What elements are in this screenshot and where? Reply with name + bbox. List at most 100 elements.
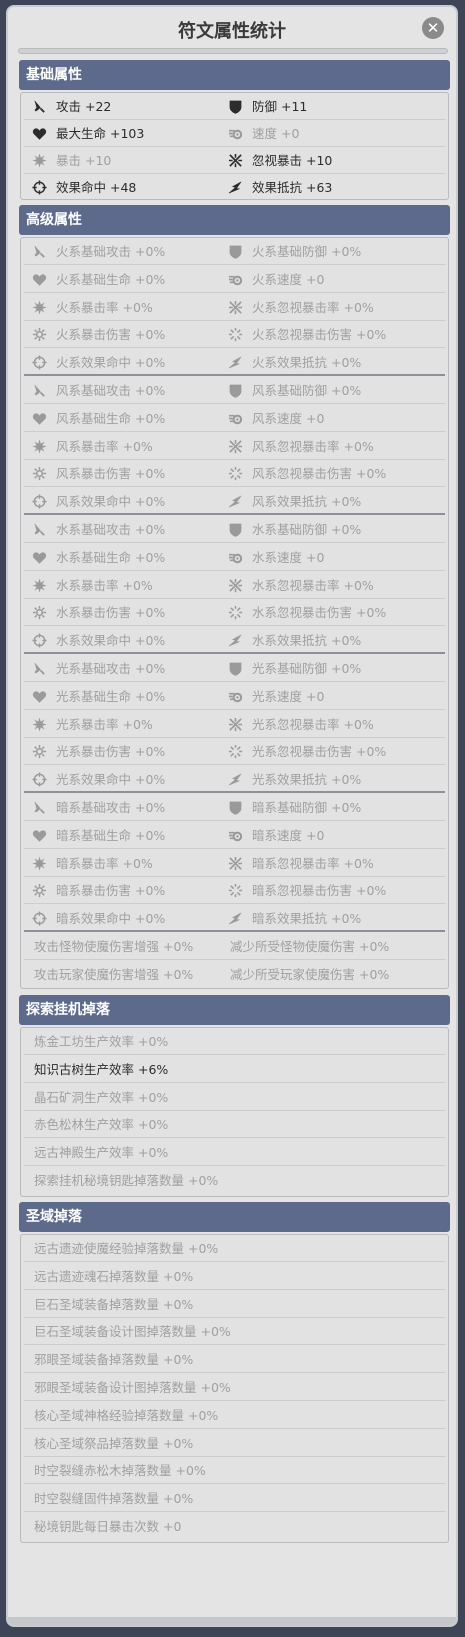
stat-label: 最大生命 +103 [56,126,145,141]
stat-row: 暗系暴击伤害 +0% 暗系忽视暴击伤害 +0% [24,877,445,905]
stat-row: 攻击怪物使魔伤害增强 +0% 减少所受怪物使魔伤害 +0% [24,933,445,960]
crit-damage-icon [32,883,47,898]
stat-cell: 火系基础防御 +0% [220,238,440,265]
stat-cell: 减少所受怪物使魔伤害 +0% [220,933,440,960]
stat-row: 暗系基础生命 +0% 暗系速度 +0 [24,822,445,849]
stat-label: 水系速度 +0 [252,549,325,565]
drop-row: 秘境钥匙每日暴击次数 +0 [24,1513,445,1540]
stat-cell: 暗系暴击伤害 +0% [24,877,224,904]
stat-row: 风系基础攻击 +0% 风系基础防御 +0% [24,377,445,404]
drop-row: 巨石圣域装备掉落数量 +0% [24,1291,445,1318]
stat-label: 光系速度 +0 [252,688,325,704]
stat-row: 火系效果命中 +0% 火系效果抵抗 +0% [24,349,445,377]
crit-damage-icon [32,605,47,620]
section-header-holy: 圣域掉落 [19,1202,450,1232]
stat-cell: 光系基础攻击 +0% [24,655,224,682]
stat-label: 水系暴击伤害 +0% [56,605,166,621]
drop-label: 时空裂缝赤松木掉落数量 +0% [34,1463,206,1479]
stat-cell: 水系忽视暴击伤害 +0% [220,599,440,626]
stat-row: 最大生命 +103 速度 +0 [24,120,445,147]
close-icon[interactable]: ✕ [422,17,444,39]
crit-icon [32,439,47,454]
ignore-crit-icon [228,439,243,454]
drop-row: 远古遗迹魂石掉落数量 +0% [24,1263,445,1290]
stat-row: 火系基础生命 +0% 火系速度 +0 [24,266,445,293]
stat-cell: 风系暴击伤害 +0% [24,460,224,487]
stat-label: 暗系忽视暴击伤害 +0% [252,883,387,899]
speed-icon [228,272,243,287]
stat-label: 效果命中 +48 [56,180,137,195]
speed-icon [228,411,243,426]
ignore-crit-icon [228,300,243,315]
stat-label: 水系忽视暴击伤害 +0% [252,605,387,621]
ignore-crit-icon [228,717,243,732]
heart-icon [32,272,47,287]
stat-label: 水系基础攻击 +0% [56,522,166,537]
drop-label: 秘境钥匙每日暴击次数 +0 [34,1519,182,1534]
stat-cell: 防御 +11 [220,93,440,120]
resist-icon [228,355,243,370]
scrollbar[interactable] [18,48,448,54]
target-icon [32,633,47,648]
stat-label: 光系暴击伤害 +0% [56,744,166,760]
heart-icon [32,411,47,426]
stat-label: 火系忽视暴击率 +0% [252,299,374,315]
stat-cell: 光系暴击率 +0% [24,711,224,738]
stat-cell: 水系基础攻击 +0% [24,516,224,543]
drop-label: 邪眼圣域装备掉落数量 +0% [34,1352,194,1368]
stat-label: 光系忽视暴击伤害 +0% [252,744,387,760]
target-icon [32,180,47,195]
drop-label: 远古遗迹使魔经验掉落数量 +0% [34,1241,219,1256]
drop-label: 时空裂缝固件掉落数量 +0% [34,1491,194,1507]
crit-damage-icon [32,327,47,342]
stat-label: 水系效果命中 +0% [56,633,166,649]
ignore-crit-damage-icon [228,327,243,342]
drop-label: 邪眼圣域装备设计图掉落数量 +0% [34,1380,231,1395]
stat-row: 水系暴击伤害 +0% 水系忽视暴击伤害 +0% [24,599,445,627]
title-bar: 符文属性统计 ✕ [8,7,456,45]
stat-label: 暗系基础生命 +0% [56,827,166,843]
crit-icon [32,153,47,168]
stat-row: 火系暴击伤害 +0% 火系忽视暴击伤害 +0% [24,321,445,349]
stat-cell: 火系效果抵抗 +0% [220,349,440,376]
stat-cell: 减少所受玩家使魔伤害 +0% [220,961,440,988]
crit-damage-icon [32,744,47,759]
stat-label: 风系忽视暴击伤害 +0% [252,466,387,482]
drop-label: 巨石圣域装备掉落数量 +0% [34,1296,194,1312]
stat-cell: 火系基础生命 +0% [24,266,224,293]
resist-icon [228,772,243,787]
sword-icon [32,800,47,815]
stat-cell: 光系速度 +0 [220,683,440,710]
drop-row: 炼金工坊生产效率 +0% [24,1028,445,1055]
crit-icon [32,578,47,593]
drop-label: 核心圣域祭品掉落数量 +0% [34,1435,194,1451]
shield-icon [228,661,243,676]
stat-label: 水系忽视暴击率 +0% [252,577,374,593]
stat-cell: 暗系基础攻击 +0% [24,794,224,821]
shield-icon [228,244,243,259]
stat-label: 光系效果抵抗 +0% [252,772,362,788]
stat-label: 风系基础生命 +0% [56,410,166,426]
stat-label: 风系效果抵抗 +0% [252,494,362,510]
target-icon [32,772,47,787]
stat-cell: 暗系效果命中 +0% [24,905,224,932]
stat-cell: 暗系基础防御 +0% [220,794,440,821]
stat-label: 攻击怪物使魔伤害增强 +0% [34,939,194,954]
stat-row: 暗系基础攻击 +0% 暗系基础防御 +0% [24,794,445,821]
explore-drops-box: 炼金工坊生产效率 +0% 知识古树生产效率 +6% 晶石矿洞生产效率 +0% 赤色松林… [20,1027,449,1197]
stat-cell: 暗系暴击率 +0% [24,850,224,877]
stat-label: 火系暴击伤害 +0% [56,327,166,343]
drop-label: 核心圣域神格经验掉落数量 +0% [34,1407,219,1423]
ignore-crit-damage-icon [228,883,243,898]
drop-label: 远古遗迹魂石掉落数量 +0% [34,1268,194,1284]
drop-row: 巨石圣域装备设计图掉落数量 +0% [24,1318,445,1346]
stat-label: 风系速度 +0 [252,410,325,426]
stat-cell: 风系速度 +0 [220,405,440,432]
stat-label: 光系忽视暴击率 +0% [252,716,374,732]
stat-label: 风系暴击率 +0% [56,438,153,454]
heart-icon [32,689,47,704]
stat-label: 火系效果抵抗 +0% [252,355,362,371]
drop-label: 探索挂机秘境钥匙掉落数量 +0% [34,1173,219,1188]
speed-icon [228,550,243,565]
stat-cell: 水系基础生命 +0% [24,544,224,571]
